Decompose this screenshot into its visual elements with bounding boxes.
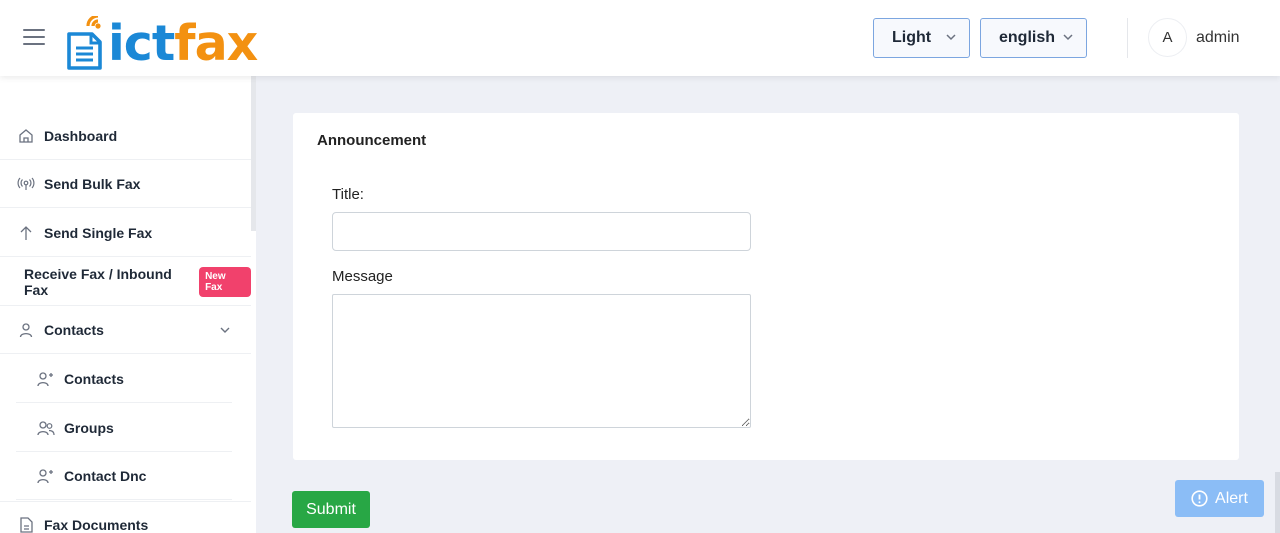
sidebar-item-send-single-fax[interactable]: Send Single Fax [0, 209, 251, 257]
sidebar-item-contacts[interactable]: Contacts [0, 306, 251, 354]
chevron-down-icon [946, 34, 956, 41]
user-plus-icon [37, 370, 55, 388]
sidebar-item-label: Send Bulk Fax [44, 175, 141, 192]
title-label: Title: [332, 186, 364, 203]
logo-text-ict: ict [108, 15, 175, 72]
theme-select[interactable]: Light [873, 18, 970, 58]
submit-button[interactable]: Submit [292, 491, 370, 528]
sidebar-subitem-contacts[interactable]: Contacts [16, 355, 232, 403]
page-scrollbar[interactable] [1275, 472, 1280, 533]
sidebar-subitem-groups[interactable]: Groups [16, 404, 232, 452]
sidebar-subitem-contact-dnc[interactable]: Contact Dnc [16, 452, 232, 500]
arrow-up-icon [17, 224, 35, 242]
alert-button-label: Alert [1215, 489, 1248, 507]
sidebar-item-fax-documents[interactable]: Fax Documents [0, 501, 251, 533]
avatar-initial: A [1162, 29, 1173, 46]
sidebar-item-label: Contacts [44, 321, 104, 338]
alert-button[interactable]: Alert [1175, 480, 1264, 517]
sidebar-item-label: Contacts [64, 370, 124, 387]
username[interactable]: admin [1196, 29, 1240, 47]
hamburger-icon[interactable] [23, 29, 45, 45]
sidebar-item-label: Fax Documents [44, 517, 149, 533]
avatar[interactable]: A [1148, 18, 1187, 57]
document-icon [17, 516, 35, 533]
sidebar: Dashboard Send Bulk Fax Send Single Fax … [0, 76, 256, 533]
users-icon [37, 419, 55, 437]
card-title: Announcement [317, 132, 427, 149]
sidebar-item-label: Dashboard [44, 127, 118, 144]
home-icon [17, 127, 35, 145]
message-label: Message [332, 268, 393, 285]
chevron-down-icon [1063, 34, 1073, 41]
sidebar-item-label: Receive Fax / Inbound Fax [24, 265, 172, 298]
sidebar-item-receive-fax[interactable]: Receive Fax / Inbound Fax New Fax [0, 258, 251, 306]
language-select-value: english [999, 29, 1056, 46]
announcement-card: Announcement Title: Message [293, 113, 1239, 460]
fax-document-logo-icon [67, 16, 102, 70]
top-header: ictfax Light english A admin [0, 0, 1280, 76]
new-fax-badge: New Fax [199, 266, 251, 297]
alert-circle-icon [1191, 490, 1208, 507]
sidebar-item-send-bulk-fax[interactable]: Send Bulk Fax [0, 160, 251, 208]
user-plus-icon [37, 467, 55, 485]
broadcast-icon [17, 175, 35, 193]
message-textarea[interactable] [332, 294, 751, 428]
theme-select-value: Light [892, 29, 932, 46]
user-icon [17, 321, 35, 339]
logo-text-fax: fax [174, 15, 258, 72]
sidebar-item-label: Contact Dnc [64, 467, 147, 484]
title-input[interactable] [332, 212, 751, 251]
language-select[interactable]: english [980, 18, 1087, 58]
sidebar-item-dashboard[interactable]: Dashboard [0, 112, 251, 160]
sidebar-item-label: Groups [64, 419, 114, 436]
logo-text: ictfax [108, 19, 258, 68]
chevron-down-icon [220, 327, 230, 333]
sidebar-scrollbar[interactable] [251, 76, 256, 231]
sidebar-item-label: Send Single Fax [44, 224, 153, 241]
header-divider [1127, 18, 1128, 58]
logo[interactable]: ictfax [66, 6, 258, 70]
